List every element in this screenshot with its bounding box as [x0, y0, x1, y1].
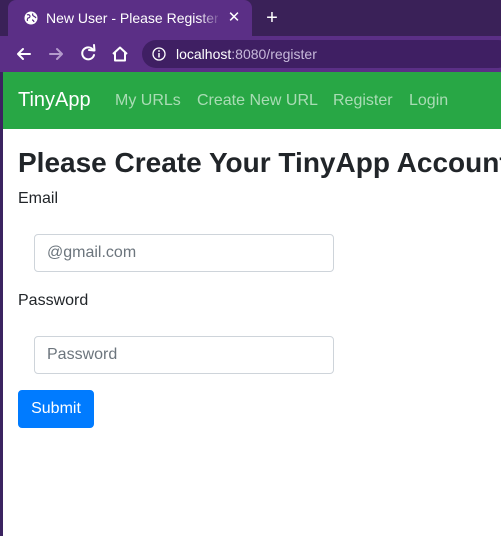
info-icon[interactable]	[152, 47, 166, 61]
tab-title: New User - Please Register	[46, 10, 218, 26]
email-field[interactable]	[34, 234, 334, 272]
nav-link-my-urls[interactable]: My URLs	[115, 91, 181, 111]
browser-tab[interactable]: New User - Please Register ✕	[8, 0, 252, 36]
close-tab-icon[interactable]: ✕	[226, 10, 242, 26]
address-bar[interactable]: localhost:8080/register	[142, 40, 501, 68]
navbar-brand[interactable]: TinyApp	[18, 88, 91, 112]
nav-link-create-new-url[interactable]: Create New URL	[197, 91, 318, 111]
back-arrow-icon[interactable]	[14, 44, 34, 64]
url-host: localhost	[176, 46, 232, 62]
page-content: TinyApp My URLs Create New URL Register …	[3, 72, 501, 536]
password-label: Password	[18, 292, 89, 309]
home-icon[interactable]	[110, 44, 130, 64]
globe-icon	[24, 11, 38, 25]
submit-button[interactable]: Submit	[18, 390, 94, 428]
forward-arrow-icon[interactable]	[46, 44, 66, 64]
url-text: localhost:8080/register	[176, 46, 317, 62]
url-path: :8080/register	[231, 46, 317, 62]
reload-icon[interactable]	[78, 44, 98, 64]
tab-title-fade	[198, 9, 222, 27]
navbar: TinyApp My URLs Create New URL Register …	[3, 72, 501, 129]
new-tab-plus-icon[interactable]: +	[262, 8, 282, 28]
browser-tab-bar: New User - Please Register ✕ +	[0, 0, 501, 36]
nav-link-register[interactable]: Register	[333, 91, 393, 111]
nav-link-login[interactable]: Login	[409, 91, 448, 111]
password-field[interactable]	[34, 336, 334, 374]
browser-toolbar: localhost:8080/register	[0, 36, 501, 72]
page-title: Please Create Your TinyApp Account	[18, 147, 501, 178]
email-label: Email	[18, 190, 59, 207]
